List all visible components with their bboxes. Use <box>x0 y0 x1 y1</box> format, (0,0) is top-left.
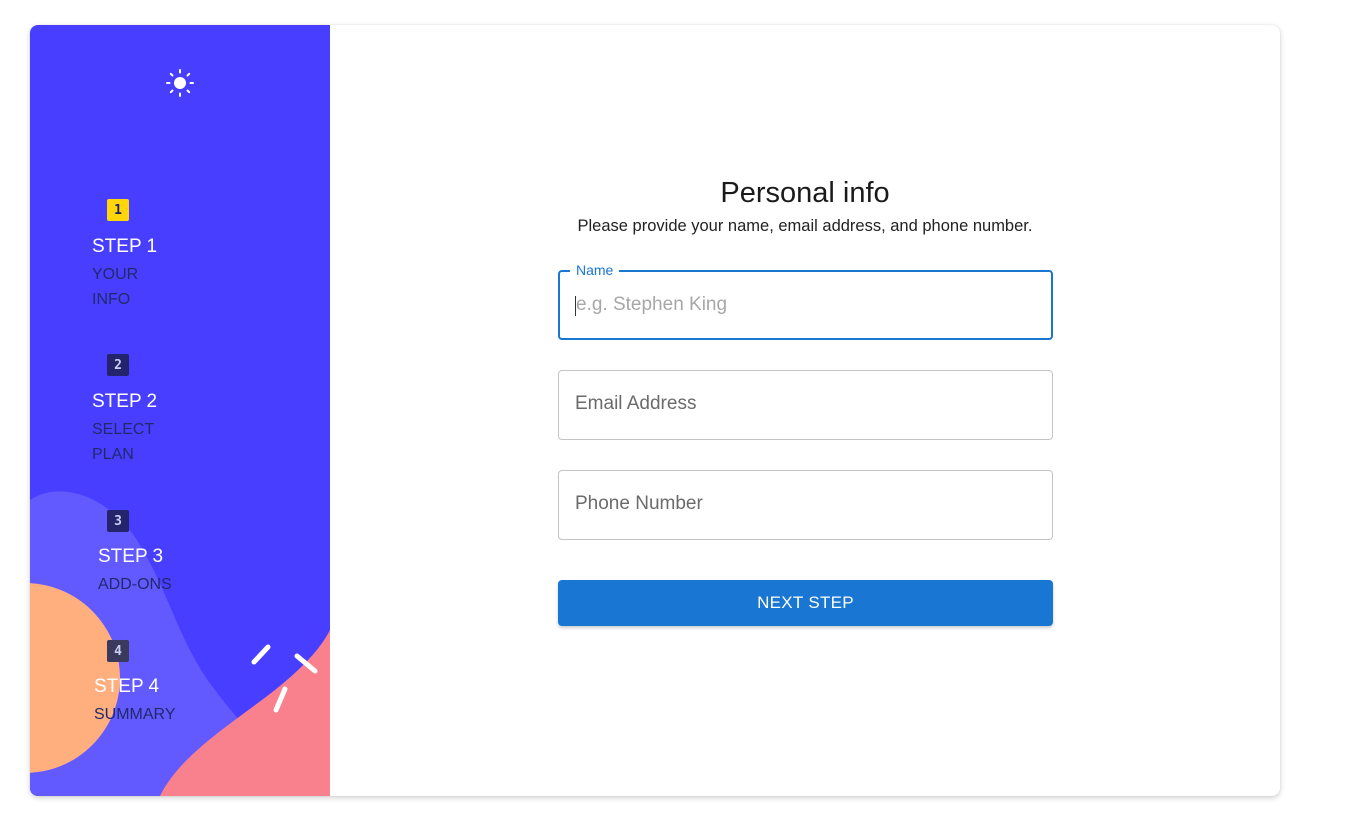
step-4-title: STEP 4 <box>94 676 160 697</box>
email-field[interactable]: Email Address <box>558 370 1053 440</box>
step-1-title: STEP 1 <box>92 236 158 257</box>
next-step-button[interactable]: NEXT STEP <box>558 580 1053 626</box>
phone-input[interactable] <box>575 471 1035 539</box>
sidebar-background-shapes <box>30 491 330 796</box>
step-3-number[interactable]: 3 <box>107 510 129 532</box>
step-4-subtitle: SUMMARY <box>94 706 176 723</box>
step-2-title: STEP 2 <box>92 391 158 412</box>
sun-icon <box>166 69 194 97</box>
theme-toggle-button[interactable] <box>164 67 196 99</box>
page-subtitle: Please provide your name, email address,… <box>577 217 1033 235</box>
step-2-subtitle: SELECT PLAN <box>92 421 155 463</box>
step-1-subtitle: YOUR INFO <box>92 266 139 308</box>
text-cursor <box>575 296 576 316</box>
step-1-number[interactable]: 1 <box>107 199 129 221</box>
name-field[interactable]: Name <box>558 262 1053 340</box>
page-title: Personal info <box>720 177 890 209</box>
form-card: 1 STEP 1 YOUR INFO 2 STEP 2 SELECT PLAN … <box>30 25 1280 796</box>
step-4-number[interactable]: 4 <box>107 640 129 662</box>
email-input[interactable] <box>575 371 1035 439</box>
step-3-subtitle: ADD-ONS <box>98 576 172 593</box>
step-2-number[interactable]: 2 <box>107 354 129 376</box>
step-3-title: STEP 3 <box>98 546 164 567</box>
main-panel: Personal info Please provide your name, … <box>330 25 1280 796</box>
sidebar: 1 STEP 1 YOUR INFO 2 STEP 2 SELECT PLAN … <box>30 25 330 796</box>
name-input[interactable] <box>576 272 1036 338</box>
phone-field[interactable]: Phone Number <box>558 470 1053 540</box>
